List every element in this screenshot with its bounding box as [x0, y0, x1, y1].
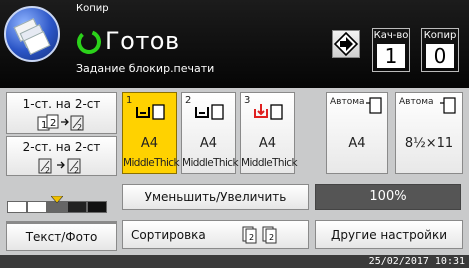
svg-text:2: 2	[77, 123, 82, 132]
density-cell	[87, 201, 107, 213]
paper-tray-icon	[136, 104, 165, 120]
duplex-1-to-2-button[interactable]: 1-ст. на 2-ст 1 2 2	[6, 92, 117, 134]
status-text: Готов	[105, 27, 180, 55]
tray-1-button[interactable]: 1 A4 MiddleThick	[122, 92, 180, 174]
duplex-1-to-2-label: 1-ст. на 2-ст	[22, 97, 101, 111]
duplex-2-to-2-label: 2-ст. на 2-ст	[22, 140, 101, 154]
status-subtext: Задание блокир.печати	[76, 62, 215, 75]
svg-text:2: 2	[249, 233, 254, 242]
duplex-2-to-2-button[interactable]: 2-ст. на 2-ст 2 2	[6, 136, 117, 176]
density-cell	[27, 201, 47, 213]
density-indicator	[7, 196, 109, 215]
quantity-value: 1	[377, 44, 405, 68]
tray-3-paper-type: MiddleThick	[241, 157, 298, 169]
duplex-1-to-2-icon: 1 2 2	[37, 114, 84, 132]
tray-3-button[interactable]: 3 A4 MiddleThick	[240, 92, 298, 174]
paper-tray-icon	[195, 104, 224, 120]
sort-label: Сортировка	[131, 228, 206, 242]
tray-1-number: 1	[126, 95, 133, 106]
svg-text:1: 1	[41, 120, 47, 131]
duplex-2-to-2-icon: 2 2	[38, 158, 81, 175]
density-marker-icon	[51, 196, 63, 203]
other-settings-label: Другие настройки	[331, 228, 447, 242]
ready-status-icon	[77, 30, 101, 54]
date-time: 25/02/2017 10:31	[368, 256, 465, 267]
other-settings-button[interactable]: Другие настройки	[315, 220, 463, 249]
reduce-enlarge-button[interactable]: Уменьшить/Увеличить	[122, 184, 309, 210]
svg-text:2: 2	[50, 118, 56, 129]
tray-3-paper-size: A4	[258, 136, 277, 151]
system-status-button[interactable]	[332, 30, 360, 58]
arrow-right-diamond-icon	[333, 31, 359, 57]
auto-paper-letter-button[interactable]: Автома 8½×11	[395, 92, 463, 174]
auto-label: Автома	[399, 97, 434, 107]
density-cell	[67, 201, 87, 213]
quantity-counter: Кач-во 1	[372, 28, 410, 72]
tray-3-number: 3	[244, 95, 251, 106]
auto-label: Автома	[330, 97, 365, 107]
empty-tray-warning-icon	[254, 104, 283, 120]
copier-app-icon[interactable]	[4, 6, 60, 62]
reduce-enlarge-label: Уменьшить/Увеличить	[144, 190, 287, 204]
tray-1-paper-size: A4	[140, 136, 159, 151]
text-photo-label: Текст/Фото	[25, 230, 98, 244]
tray-2-paper-type: MiddleThick	[182, 157, 239, 169]
svg-text:2: 2	[45, 166, 50, 175]
zoom-ratio-display: 100%	[315, 184, 461, 210]
svg-text:2: 2	[269, 233, 274, 242]
header-bar: Копир Готов Задание блокир.печати Кач-во…	[0, 0, 469, 88]
copy-settings-panel: 1-ст. на 2-ст 1 2 2 2-ст. на 2-ст 2 2 1	[0, 88, 469, 255]
tray-2-number: 2	[185, 95, 192, 106]
density-cell	[7, 201, 27, 213]
tray-1-paper-type: MiddleThick	[123, 157, 180, 169]
paper-orientation-icon	[366, 97, 382, 114]
auto-a4-paper-size: A4	[348, 136, 366, 151]
auto-letter-paper-size: 8½×11	[404, 136, 454, 151]
copies-value: 0	[426, 44, 454, 68]
sort-icon: 2 2	[242, 226, 277, 244]
sort-button[interactable]: Сортировка 2 2	[122, 220, 309, 249]
tray-2-paper-size: A4	[199, 136, 218, 151]
copies-counter: Копир 0	[421, 28, 459, 72]
paper-orientation-icon	[440, 97, 456, 114]
tray-2-button[interactable]: 2 A4 MiddleThick	[181, 92, 239, 174]
quantity-label: Кач-во	[373, 30, 409, 41]
text-photo-button[interactable]: Текст/Фото	[6, 221, 117, 251]
auto-paper-a4-button[interactable]: Автома A4	[326, 92, 388, 174]
svg-text:2: 2	[74, 166, 79, 175]
copies-label: Копир	[423, 30, 457, 41]
status-footer: 25/02/2017 10:31	[0, 255, 469, 268]
app-title: Копир	[76, 3, 109, 14]
